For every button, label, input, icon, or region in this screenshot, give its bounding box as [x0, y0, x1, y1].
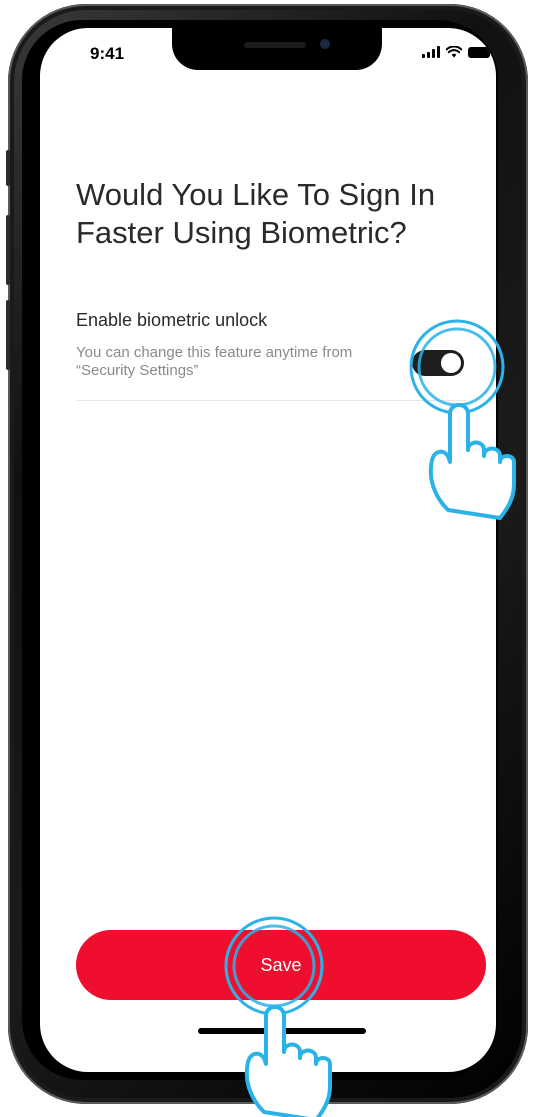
cellular-signal-icon	[422, 46, 440, 58]
phone-volume-up-button	[6, 215, 10, 285]
status-icons	[422, 46, 490, 58]
wifi-icon	[446, 46, 462, 58]
phone-silent-switch	[6, 150, 10, 186]
biometric-toggle[interactable]	[412, 350, 464, 376]
front-camera	[320, 39, 330, 49]
phone-volume-down-button	[6, 300, 10, 370]
phone-notch	[172, 28, 382, 70]
status-time: 9:41	[90, 44, 125, 63]
battery-icon	[468, 46, 490, 58]
screenshot-stage: 9:41 Would You Like To Sign In Faster Us…	[0, 0, 536, 1117]
save-button[interactable]: Save	[76, 930, 486, 1000]
speaker-grille	[244, 42, 306, 48]
page-title: Would You Like To Sign In Faster Using B…	[76, 177, 436, 250]
phone-screen: 9:41 Would You Like To Sign In Faster Us…	[40, 28, 496, 1072]
home-indicator	[198, 1028, 366, 1034]
toggle-knob	[441, 353, 461, 373]
biometric-setting-row: Enable biometric unlock You can change t…	[76, 310, 466, 401]
setting-label: Enable biometric unlock	[76, 310, 268, 330]
setting-description: You can change this feature anytime from…	[76, 344, 353, 379]
